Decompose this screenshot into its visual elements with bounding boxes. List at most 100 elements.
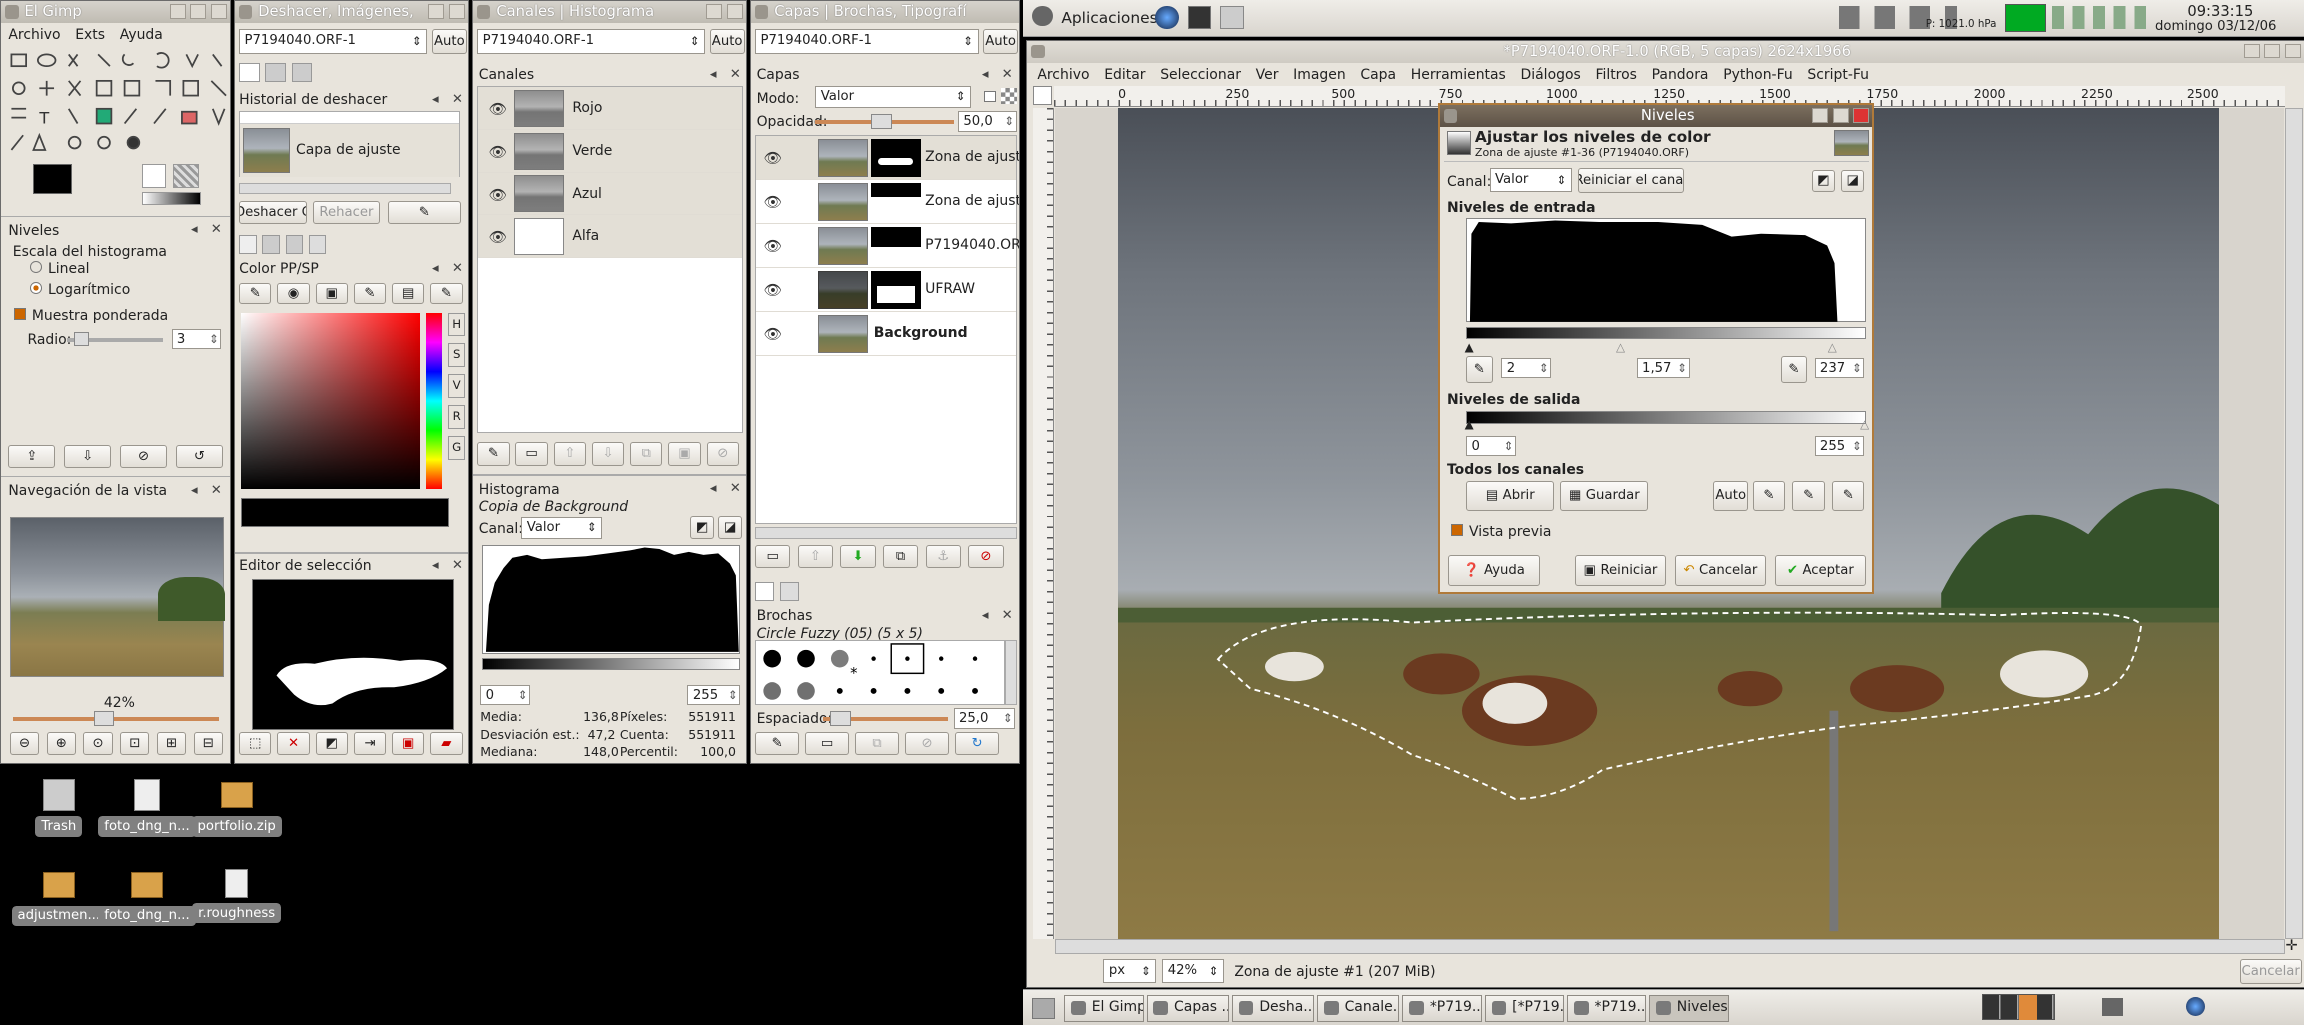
levels-channel-select[interactable]: Valor [1489, 168, 1572, 192]
task-levels[interactable]: Niveles [1649, 995, 1729, 1022]
spacing-slider[interactable] [822, 711, 948, 726]
menu-editar[interactable]: Editar [1104, 67, 1145, 83]
select-all-icon[interactable]: ⬚ [239, 731, 272, 756]
maximize-button[interactable] [706, 3, 723, 19]
log-hist-icon[interactable]: ◪ [718, 515, 742, 540]
menu-filtros[interactable]: Filtros [1595, 67, 1636, 83]
to-selection-icon[interactable]: ▣ [668, 442, 701, 466]
refresh-brushes-icon[interactable]: ↻ [955, 731, 1000, 756]
radio-linear[interactable]: Lineal [30, 261, 90, 277]
hue-strip[interactable] [425, 312, 442, 490]
brushes-tab-icon[interactable] [755, 581, 775, 601]
menu-archivo[interactable]: Archivo [1037, 67, 1089, 83]
edit-channel-icon[interactable]: ✎ [477, 442, 510, 466]
spacing-spin[interactable]: 25,0 [953, 708, 1016, 729]
close-icon[interactable]: ✕ [1001, 608, 1014, 623]
histogram-plot[interactable] [481, 544, 741, 654]
cancel-progress-button[interactable]: Cancelar [2239, 959, 2302, 985]
close-icon[interactable]: ✕ [451, 558, 464, 573]
undo-button[interactable]: Deshacer C [239, 200, 307, 225]
raise-layer-icon[interactable]: ⇧ [797, 544, 833, 569]
save-channel-icon[interactable]: ⇥ [353, 731, 387, 756]
menu-dialogos[interactable]: Diálogos [1521, 67, 1581, 83]
selection-preview[interactable] [252, 578, 454, 731]
input-gamma-handle[interactable]: △ [1616, 340, 1625, 354]
new-brush-icon[interactable]: ▭ [805, 731, 850, 756]
weighted-checkbox[interactable]: Muestra ponderada [14, 308, 168, 324]
gradient-preview[interactable] [142, 192, 201, 206]
tool-icons[interactable]: T [7, 50, 228, 160]
delete-channel-icon[interactable]: ⊘ [706, 442, 739, 466]
picker-icon[interactable]: ✎ [430, 283, 463, 304]
menu-seleccionar[interactable]: Seleccionar [1160, 67, 1241, 83]
close-icon[interactable]: ✕ [210, 223, 223, 237]
menu-exts[interactable]: Exts [75, 27, 105, 43]
gimp-launcher-icon[interactable] [1220, 5, 1244, 30]
task-image-1[interactable]: *P719... [1402, 995, 1482, 1022]
image-selector[interactable]: P7194040.ORF-1 [477, 28, 706, 54]
terminal-icon[interactable] [1187, 5, 1212, 30]
palette-icon[interactable]: ▤ [392, 283, 425, 304]
input-high-spin[interactable]: 237 [1814, 357, 1865, 379]
channels-titlebar[interactable]: Canales | Histograma [472, 1, 746, 24]
current-color-bar[interactable] [240, 497, 450, 528]
clear-history-icon[interactable]: ✎ [387, 200, 462, 225]
opacity-spin[interactable]: 50,0 [957, 111, 1017, 132]
close-icon[interactable]: ✕ [451, 262, 464, 276]
close-icon[interactable]: ✕ [729, 482, 742, 496]
log-hist-icon[interactable]: ◪ [1840, 169, 1865, 192]
eye-icon[interactable]: 👁 [763, 281, 782, 299]
auto-levels-button[interactable]: Auto [1713, 481, 1749, 511]
reset-button[interactable]: ▣ Reiniciar [1574, 554, 1667, 586]
images-tab-icon[interactable] [265, 62, 286, 82]
layers-hscroll[interactable] [755, 527, 1017, 539]
pick-black-icon[interactable]: ✎ [1466, 356, 1493, 383]
task-undo[interactable]: Desha... [1231, 995, 1315, 1022]
menu-ver[interactable]: Ver [1256, 67, 1279, 83]
g-toggle[interactable]: G [447, 436, 466, 460]
eye-icon[interactable]: 👁 [489, 186, 508, 204]
duplicate-channel-icon[interactable]: ⧉ [630, 442, 663, 466]
layer-row[interactable]: 👁 P7194040.ORF [756, 224, 1019, 269]
menu-ayuda[interactable]: Ayuda [120, 27, 163, 43]
close-icon[interactable]: ✕ [729, 68, 742, 82]
desktop-icon-file[interactable]: portfolio.zip [185, 779, 288, 842]
channel-row-blue[interactable]: 👁 Azul [478, 172, 743, 216]
v-toggle[interactable]: V [447, 374, 466, 398]
eye-icon[interactable]: 👁 [489, 100, 508, 118]
menu-pandora[interactable]: Pandora [1652, 67, 1709, 83]
menu-archivo[interactable]: Archivo [8, 27, 60, 43]
toolbox-titlebar[interactable]: El Gimp [1, 1, 230, 24]
layer-row[interactable]: 👁 Zona de ajuste [756, 135, 1019, 180]
task-image-3[interactable]: *P719... [1567, 995, 1647, 1022]
preview-checkbox[interactable]: Vista previa [1451, 524, 1551, 540]
zoom-1-1-icon[interactable]: ⊙ [83, 731, 113, 756]
minimize-button[interactable] [169, 3, 186, 19]
task-image-2[interactable]: [*P719... [1484, 995, 1565, 1022]
close-button[interactable] [726, 3, 743, 19]
task-channels[interactable]: Canale... [1317, 995, 1400, 1022]
navigate-icon[interactable]: ✛ [2285, 938, 2303, 957]
task-layers[interactable]: Capas ... [1146, 995, 1229, 1022]
browser-icon[interactable] [1155, 5, 1179, 30]
clock-time[interactable]: 09:33:15 [2187, 3, 2253, 20]
image-selector[interactable]: P7194040.ORF-1 [755, 28, 979, 54]
duplicate-layer-icon[interactable]: ⧉ [882, 544, 919, 569]
watercolor-icon[interactable]: ✎ [353, 283, 387, 304]
output-high-spin[interactable]: 255 [1814, 435, 1865, 457]
output-white-handle[interactable]: △ [1860, 417, 1869, 431]
input-black-handle[interactable]: ▲ [1465, 340, 1474, 354]
workspace-switcher[interactable] [1981, 993, 2056, 1021]
close-button[interactable] [210, 3, 227, 19]
layer-mask-thumb[interactable] [870, 226, 921, 266]
eye-icon[interactable]: 👁 [489, 228, 508, 246]
output-low-spin[interactable]: 0 [1466, 435, 1517, 457]
menu-capa[interactable]: Capa [1360, 67, 1396, 83]
show-desktop-icon[interactable] [1031, 998, 1056, 1019]
cancel-button[interactable]: ↶ Cancelar [1674, 554, 1766, 586]
close-button[interactable] [2284, 43, 2301, 59]
linear-hist-icon[interactable]: ◩ [690, 515, 714, 540]
histogram-channel-select[interactable]: Valor [521, 516, 603, 540]
color-square[interactable] [240, 312, 420, 490]
layer-mode-select[interactable]: Valor [815, 86, 972, 109]
